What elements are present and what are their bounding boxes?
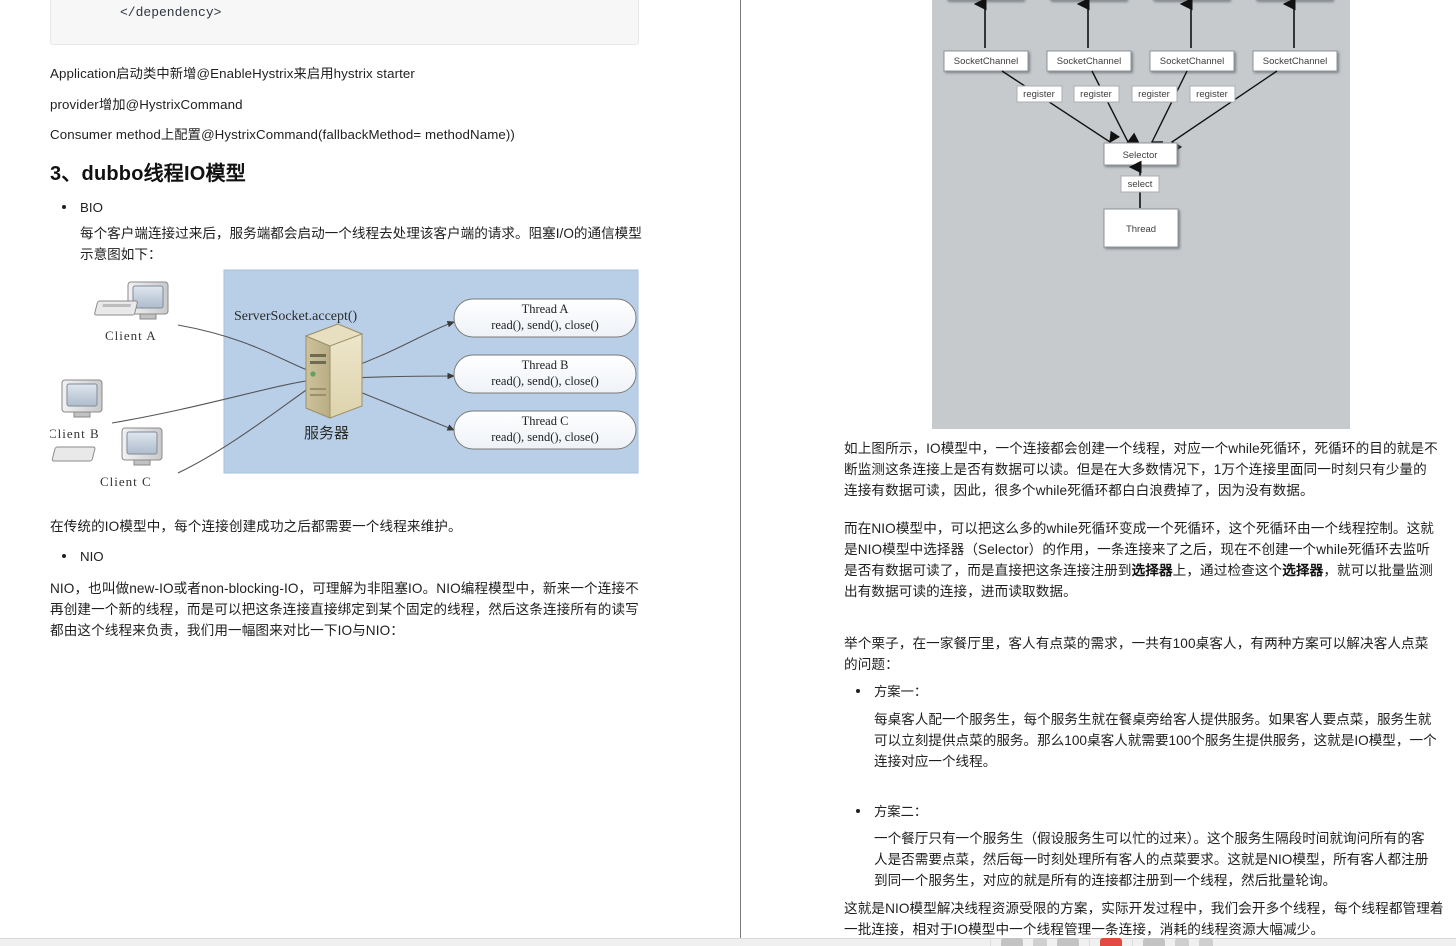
paragraph-nio-conclusion: 这就是NIO模型解决线程资源受限的方案，实际开发过程中，我们会开多个线程，每个线… (844, 901, 1444, 937)
paragraph-hystrix-enable: Application启动类中新增@EnableHystrix来启用hystri… (50, 66, 415, 81)
svg-text:Selector: Selector (1123, 150, 1158, 161)
thread-a-pill: Thread A read(), send(), close() (453, 298, 637, 338)
svg-text:SocketChannel: SocketChannel (1160, 56, 1224, 67)
thread-c-pill: Thread C read(), send(), close() (453, 410, 637, 450)
selector-box: Selector (1103, 142, 1178, 166)
paragraph-nio-selector-explain: 而在NIO模型中，可以把这么多的while死循环变成一个死循环，这个死循环由一个… (844, 518, 1438, 602)
left-page-column: </dependency> Application启动类中新增@EnableHy… (0, 0, 741, 946)
code-block: </dependency> (50, 0, 639, 45)
list-item-plan-two: 方案二： (844, 801, 1438, 822)
paragraph-bio-description: 每个客户端连接过来后，服务端都会启动一个线程去处理该客户端的请求。阻塞I/O的通… (80, 226, 642, 262)
svg-text:read(), send(), close(): read(), send(), close() (491, 430, 599, 444)
taskbar-app-icon-5[interactable] (1143, 938, 1165, 946)
thread-b-pill: Thread B read(), send(), close() (453, 354, 637, 394)
taskbar-separator-3 (1132, 938, 1133, 946)
paragraph-plan-one-body: 每桌客人配一个服务生，每个服务生就在餐桌旁给客人提供服务。如果客人要点菜，服务生… (874, 712, 1437, 769)
page-heading-dubbo-io: 3、dubbo线程IO模型 (50, 163, 246, 185)
svg-text:Thread: Thread (1126, 224, 1156, 235)
bio-communication-diagram: Client A Client B Client C ServerSocket.… (50, 268, 640, 506)
taskbar-app-icon-4[interactable] (1100, 938, 1122, 946)
svg-text:Thread B: Thread B (522, 358, 569, 372)
taskbar[interactable] (0, 938, 1456, 946)
paragraph-nio-explanation: NIO，也叫做new-IO或者non-blocking-IO，可理解为非阻塞IO… (50, 581, 639, 638)
nio-selector-diagram: InputStream InputStream InputStream Inpu… (932, 0, 1350, 429)
svg-text:SocketChannel: SocketChannel (1057, 56, 1121, 67)
taskbar-app-icon-1[interactable] (1001, 938, 1023, 946)
svg-text:register: register (1080, 89, 1112, 100)
list-item-nio: NIO (50, 546, 650, 567)
taskbar-app-icon-7[interactable] (1199, 938, 1213, 946)
svg-text:Thread C: Thread C (522, 414, 569, 428)
paragraph-io-model-explain: 如上图所示，IO模型中，一个连接都会创建一个线程，对应一个while死循环，死循… (844, 441, 1438, 498)
p2-emphasis-selector-2: 选择器 (1282, 563, 1324, 578)
paragraph-restaurant-analogy: 举个栗子，在一家餐厅里，客人有点菜的需求，一共有100桌客人，有两种方案可以解决… (844, 636, 1429, 672)
list-item-bio: BIO (50, 197, 650, 218)
taskbar-app-icon-6[interactable] (1175, 938, 1189, 946)
svg-text:SocketChannel: SocketChannel (954, 56, 1018, 67)
p2-part-c: 上，通过检查这个 (1172, 563, 1283, 578)
right-page-column: InputStream InputStream InputStream Inpu… (741, 0, 1456, 946)
bottom-thread-box: Thread (1103, 208, 1179, 248)
svg-text:select: select (1128, 179, 1153, 190)
server-name: 服务器 (304, 425, 349, 442)
server-label: ServerSocket.accept() (234, 309, 358, 324)
svg-text:Client B: Client B (50, 426, 100, 441)
taskbar-app-icon-2[interactable] (1033, 938, 1047, 946)
svg-text:register: register (1196, 89, 1228, 100)
taskbar-app-icon-3[interactable] (1057, 938, 1079, 946)
taskbar-icon-group (990, 938, 1213, 946)
server-icon (304, 323, 364, 419)
svg-text:read(), send(), close(): read(), send(), close() (491, 318, 599, 332)
select-label: select (1120, 175, 1160, 193)
svg-text:register: register (1138, 89, 1170, 100)
svg-text:Client C: Client C (100, 474, 152, 489)
paragraph-traditional-io: 在传统的IO模型中，每个连接创建成功之后都需要一个线程来维护。 (50, 519, 462, 534)
list-item-plan-one: 方案一： (844, 681, 1438, 702)
svg-text:read(), send(), close(): read(), send(), close() (491, 374, 599, 388)
client-b-icon (61, 379, 103, 418)
paragraph-consumer-fallback: Consumer method上配置@HystrixCommand(fallba… (50, 127, 515, 142)
client-a-icon (94, 281, 169, 320)
paragraph-provider-command: provider增加@HystrixCommand (50, 97, 243, 112)
taskbar-separator (990, 938, 991, 946)
svg-text:register: register (1023, 89, 1055, 100)
taskbar-separator-2 (1089, 938, 1090, 946)
svg-text:Client A: Client A (105, 328, 157, 343)
svg-text:Thread A: Thread A (522, 302, 569, 316)
p2-emphasis-selector-1: 选择器 (1131, 563, 1173, 578)
document-page: </dependency> Application启动类中新增@EnableHy… (0, 0, 1456, 946)
svg-text:SocketChannel: SocketChannel (1263, 56, 1327, 67)
code-line: </dependency> (120, 5, 222, 20)
paragraph-plan-two-body: 一个餐厅只有一个服务生（假设服务生可以忙的过来）。这个服务生隔段时间就询问所有的… (874, 831, 1429, 888)
